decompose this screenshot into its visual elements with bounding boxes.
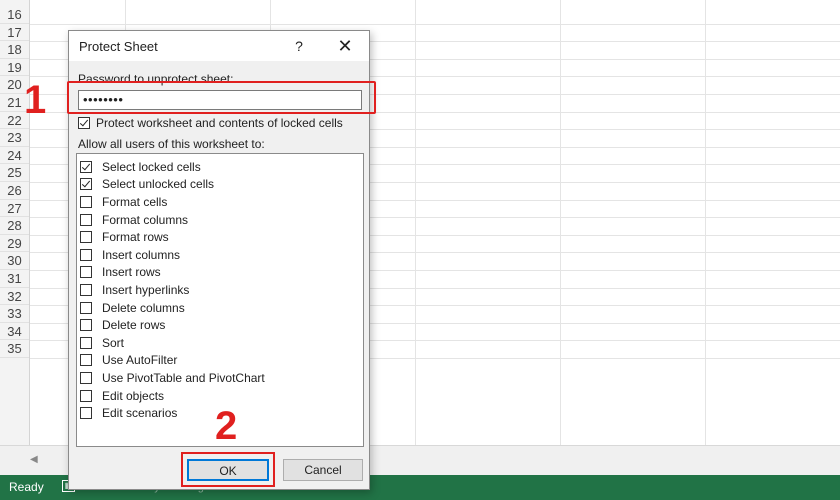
permission-label: Format columns	[102, 212, 189, 227]
permission-item[interactable]: Select unlocked cells	[80, 176, 214, 194]
row-number[interactable]: 27	[0, 200, 29, 218]
row-number[interactable]: 33	[0, 305, 29, 323]
permission-label: Edit objects	[102, 388, 165, 403]
permission-item[interactable]: Sort	[80, 334, 124, 352]
ok-highlight-box	[181, 452, 275, 487]
protect-worksheet-checkbox[interactable]	[78, 117, 90, 129]
permission-item[interactable]: Use AutoFilter	[80, 352, 177, 370]
row-number[interactable]: 28	[0, 217, 29, 235]
allow-users-label: Allow all users of this worksheet to:	[78, 137, 265, 151]
permission-label: Sort	[102, 335, 125, 350]
row-number[interactable]: 26	[0, 182, 29, 200]
permission-checkbox[interactable]	[80, 336, 92, 349]
permission-item[interactable]: Select locked cells	[80, 158, 201, 176]
permissions-list[interactable]: Select locked cells Select unlocked cells…	[76, 153, 364, 447]
row-number[interactable]: 34	[0, 323, 29, 341]
permission-checkbox[interactable]	[80, 301, 92, 314]
step-2-label: 2	[215, 404, 238, 448]
status-ready: Ready	[9, 480, 44, 494]
permission-label: Use PivotTable and PivotChart	[102, 370, 265, 385]
permission-label: Format cells	[102, 194, 168, 209]
dialog-titlebar[interactable]: Protect Sheet ? ✕	[69, 31, 369, 61]
permission-item[interactable]: Delete columns	[80, 299, 185, 317]
permission-item[interactable]: Insert hyperlinks	[80, 281, 189, 299]
row-number[interactable]: 19	[0, 59, 29, 77]
row-number[interactable]: 25	[0, 164, 29, 182]
permission-checkbox[interactable]	[80, 371, 92, 384]
permission-label: Edit scenarios	[102, 406, 178, 421]
permission-label: Use AutoFilter	[102, 353, 178, 368]
permission-checkbox[interactable]	[80, 354, 92, 367]
permission-item[interactable]: Format cells	[80, 193, 167, 211]
row-number[interactable]: 32	[0, 288, 29, 306]
permission-label: Insert columns	[102, 247, 181, 262]
row-number[interactable]: 16	[0, 6, 29, 24]
row-number[interactable]: 17	[0, 24, 29, 42]
permission-checkbox[interactable]	[80, 178, 92, 191]
permission-checkbox[interactable]	[80, 407, 92, 420]
help-button[interactable]: ?	[289, 36, 309, 56]
permission-item[interactable]: Format columns	[80, 211, 188, 229]
permission-label: Insert rows	[102, 265, 161, 280]
permission-checkbox[interactable]	[80, 266, 92, 279]
step-1-label: 1	[24, 78, 47, 122]
protect-worksheet-option[interactable]: Protect worksheet and contents of locked…	[78, 116, 343, 130]
row-number[interactable]: 29	[0, 235, 29, 253]
permission-checkbox[interactable]	[80, 160, 92, 173]
permission-label: Delete rows	[102, 318, 166, 333]
permission-checkbox[interactable]	[80, 195, 92, 208]
permission-label: Select unlocked cells	[102, 177, 215, 192]
permission-label: Select locked cells	[102, 159, 201, 174]
close-button[interactable]: ✕	[333, 35, 357, 57]
permission-item[interactable]: Delete rows	[80, 316, 165, 334]
permission-item[interactable]: Edit scenarios	[80, 404, 177, 422]
password-highlight-box	[67, 81, 376, 114]
row-header: 16 17 18 19 20 21 22 23 24 25 26 27 28 29 30 31 32 33 34 35	[0, 0, 30, 445]
permission-checkbox[interactable]	[80, 283, 92, 296]
permission-item[interactable]: Insert columns	[80, 246, 180, 264]
row-number[interactable]: 31	[0, 270, 29, 288]
permission-checkbox[interactable]	[80, 213, 92, 226]
permission-item[interactable]: Edit objects	[80, 387, 164, 405]
permission-item[interactable]: Format rows	[80, 228, 169, 246]
dialog-title: Protect Sheet	[79, 39, 158, 54]
cancel-button[interactable]: Cancel	[283, 459, 363, 481]
permission-checkbox[interactable]	[80, 389, 92, 402]
permission-item[interactable]: Use PivotTable and PivotChart	[80, 369, 265, 387]
row-number[interactable]: 24	[0, 147, 29, 165]
permission-label: Delete columns	[102, 300, 185, 315]
row-number[interactable]: 23	[0, 129, 29, 147]
permission-label: Insert hyperlinks	[102, 282, 190, 297]
permission-checkbox[interactable]	[80, 319, 92, 332]
permission-item[interactable]: Insert rows	[80, 264, 161, 282]
row-number[interactable]: 18	[0, 41, 29, 59]
row-number[interactable]: 35	[0, 340, 29, 358]
permission-checkbox[interactable]	[80, 248, 92, 261]
row-number[interactable]: 30	[0, 252, 29, 270]
permission-label: Format rows	[102, 230, 169, 245]
permission-checkbox[interactable]	[80, 231, 92, 244]
protect-worksheet-label: Protect worksheet and contents of locked…	[96, 116, 343, 130]
scroll-left-icon[interactable]: ◀	[30, 454, 38, 465]
